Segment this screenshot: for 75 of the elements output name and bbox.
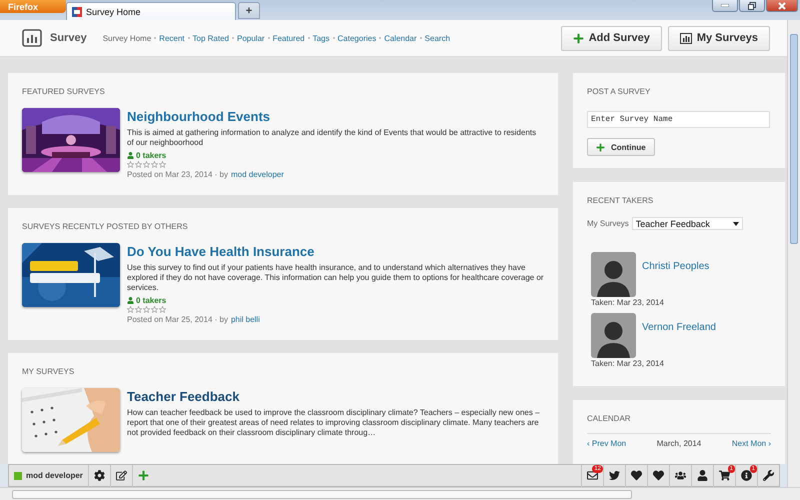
add-survey-button[interactable]: Add Survey: [560, 26, 662, 50]
continue-button[interactable]: Continue: [587, 138, 655, 156]
tab-favicon: [72, 6, 82, 16]
nav-link[interactable]: Survey Home: [102, 34, 152, 42]
edit-icon: [116, 470, 127, 481]
plus-icon: [572, 32, 584, 44]
settings-icon: [94, 470, 105, 481]
takers-count: 0 takers: [127, 151, 544, 160]
avatar: [591, 252, 636, 297]
taken-date: Taken: Mar 23, 2014: [591, 359, 665, 368]
my-surveys-button[interactable]: My Surveys: [668, 26, 770, 50]
site-name: Survey: [50, 32, 87, 44]
info-icon: [741, 470, 752, 481]
chart-logo-icon: [22, 29, 42, 47]
nav-link[interactable]: Calendar: [384, 34, 417, 42]
user-icon: [127, 152, 134, 159]
user-icon: [127, 297, 134, 304]
firefox-menu-button[interactable]: Firefox: [0, 0, 66, 13]
survey-title-link[interactable]: Do You Have Health Insurance: [127, 244, 544, 259]
survey-description: Use this survey to find out if your patients have health insurance, and to understand which alternatives they have explored if they do not have coverage. This information can help you guide them to options for healthcare coverage or services.: [127, 263, 544, 293]
month-label: March, 2014: [656, 439, 702, 448]
avatar: [591, 313, 636, 358]
cart-icon: [719, 470, 730, 481]
browser-tab[interactable]: Survey Home: [66, 2, 236, 20]
survey-select[interactable]: Teacher Feedback: [632, 217, 743, 230]
restore-button[interactable]: [739, 0, 765, 12]
caret-icon: [732, 222, 739, 226]
heart-icon: [631, 470, 642, 481]
close-button[interactable]: [766, 0, 798, 12]
minimize-icon: [721, 4, 729, 7]
survey-title-link[interactable]: Neighbourhood Events: [127, 109, 544, 124]
author-link[interactable]: mod developer: [230, 170, 284, 179]
status-indicator: [14, 472, 22, 480]
plus-icon: [596, 142, 605, 152]
taker-name-link[interactable]: Vernon Freeland: [642, 322, 771, 358]
nav-link[interactable]: Recent: [159, 34, 185, 42]
posted-date: Posted on Mar 23, 2014 · by: [127, 170, 228, 179]
posted-date: Posted on Mar 25, 2014 · by: [127, 315, 228, 324]
nav-link[interactable]: Top Rated: [192, 34, 229, 42]
section-heading: SURVEYS RECENTLY POSTED BY OTHERS: [22, 222, 189, 231]
prev-month-link[interactable]: ‹ Prev Mon: [587, 439, 626, 448]
section-heading: FEATURED SURVEYS: [22, 87, 106, 96]
heart-icon: [653, 470, 664, 481]
taken-date: Taken: Mar 23, 2014: [591, 298, 665, 307]
bird-icon: [609, 470, 620, 481]
new-tab-button[interactable]: +: [238, 2, 260, 19]
chart-icon: [680, 32, 692, 44]
section-heading: RECENT TAKERS: [587, 196, 654, 205]
nav-link[interactable]: Popular: [237, 34, 265, 42]
nav-link[interactable]: Featured: [272, 34, 305, 42]
survey-name-field[interactable]: Enter Survey Name: [587, 111, 770, 128]
plus-icon: [138, 470, 149, 481]
filter-label: My Surveys: [587, 219, 629, 228]
takers-count: 0 takers: [127, 296, 544, 305]
user-name: mod developer: [26, 471, 84, 480]
horizontal-scrollbar[interactable]: [0, 487, 800, 500]
author-link[interactable]: phil belli: [230, 315, 260, 324]
section-heading: CALENDAR: [587, 414, 632, 423]
nav-link[interactable]: Tags: [312, 34, 330, 42]
vertical-scrollbar[interactable]: [787, 20, 800, 487]
nav-link[interactable]: Categories: [338, 34, 376, 42]
close-icon: [778, 2, 786, 10]
wrench-icon: [763, 470, 774, 481]
group-icon: [675, 470, 686, 481]
survey-description: How can teacher feedback be used to improve the classroom disciplinary climate? Teachers – especially new ones – report that one of their greatest areas of need relates to improving classroom disciplinary climate. Many teachers are not provided feedback on their classroom disciplinary climate throug…: [127, 408, 541, 438]
section-heading: POST A SURVEY: [587, 87, 652, 96]
restore-icon: [748, 2, 756, 10]
nav-link[interactable]: Search: [424, 34, 450, 42]
next-month-link[interactable]: Next Mon ›: [732, 439, 771, 448]
taker-name-link[interactable]: Christi Peoples: [642, 261, 771, 297]
minimize-button[interactable]: [712, 0, 738, 12]
survey-title-link[interactable]: Teacher Feedback: [127, 389, 544, 404]
user-icon: [697, 470, 708, 481]
survey-description: This is aimed at gathering information to analyze and identify the kind of Events that would be attractive to residents of our neighboorhood: [127, 128, 538, 148]
section-heading: MY SURVEYS: [22, 367, 76, 376]
